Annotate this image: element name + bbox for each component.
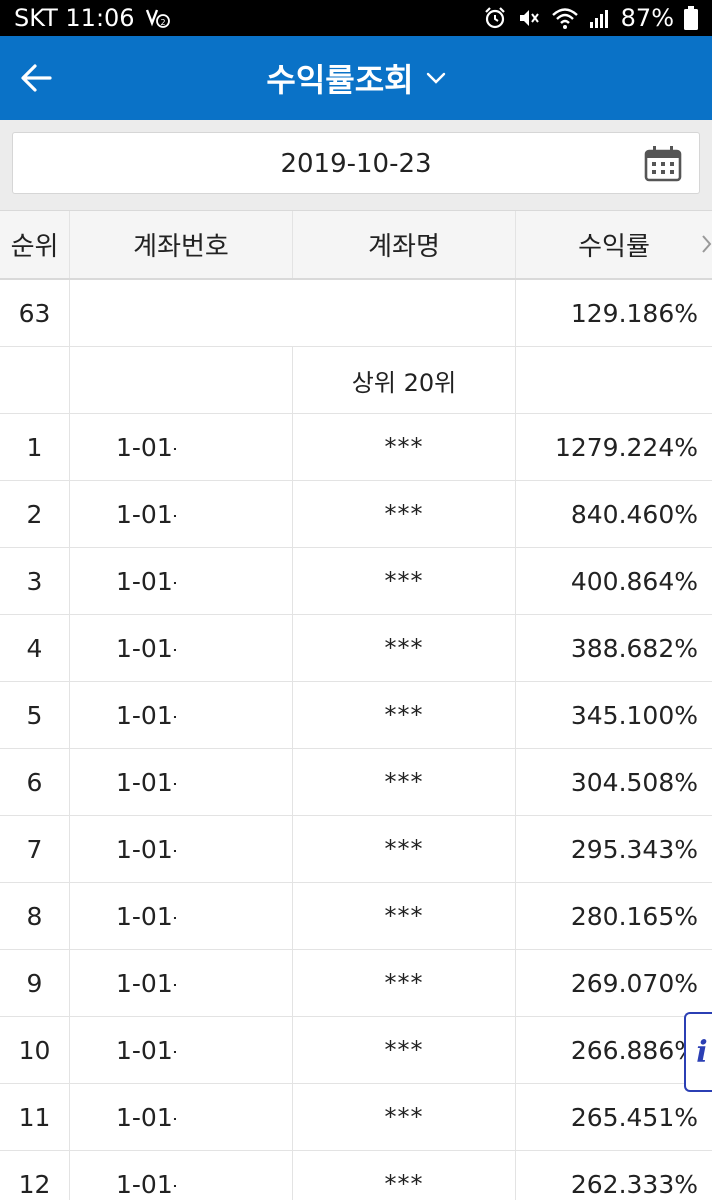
redaction-mask [176, 481, 264, 547]
rate-cell: 265.451% [570, 1102, 698, 1132]
redaction-mask [176, 414, 264, 480]
rate-cell: 266.886% [570, 1035, 698, 1065]
date-filter-area: 2019-10-23 [0, 120, 712, 210]
table-row[interactable]: 8 1-01- *** 280.165% [0, 883, 712, 950]
name-cell: *** [293, 481, 516, 547]
rank-cell: 63 [0, 280, 70, 346]
info-button[interactable]: i [684, 1012, 712, 1092]
date-field[interactable]: 2019-10-23 [12, 132, 700, 194]
svg-text:2: 2 [160, 18, 165, 27]
rate-cell: 400.864% [570, 566, 698, 596]
name-cell [293, 280, 516, 346]
redaction-mask [176, 816, 264, 882]
rank-cell: 12 [0, 1151, 70, 1200]
rank-cell: 3 [0, 548, 70, 614]
redaction-mask [176, 950, 264, 1016]
rate-cell: 280.165% [570, 901, 698, 931]
rank-cell: 10 [0, 1017, 70, 1083]
table-row[interactable]: 10 1-01- *** 266.886% [0, 1017, 712, 1084]
battery-icon [684, 6, 698, 30]
table-row[interactable]: 1 1-01- *** 1279.224% [0, 414, 712, 481]
table-row[interactable]: 12 1-01- *** 262.333% [0, 1151, 712, 1200]
table-header: 순위 계좌번호 계좌명 수익률 [0, 210, 712, 280]
section-row: 상위 20위 [0, 347, 712, 414]
rank-cell: 2 [0, 481, 70, 547]
table-row[interactable]: 9 1-01- *** 269.070% [0, 950, 712, 1017]
rank-cell: 8 [0, 883, 70, 949]
calendar-icon [644, 146, 682, 182]
signal-icon [589, 7, 611, 29]
table-row[interactable]: 5 1-01- *** 345.100% [0, 682, 712, 749]
rate-cell: 262.333% [570, 1169, 698, 1199]
redaction-mask [176, 548, 264, 614]
name-cell: *** [293, 615, 516, 681]
battery-percent: 87% [620, 4, 674, 32]
rate-cell: 388.682% [570, 633, 698, 663]
col-rate-header: 수익률 [578, 232, 650, 262]
chevron-right-icon[interactable] [702, 233, 712, 261]
volte-icon: 2 [145, 7, 171, 29]
rate-cell: 129.186% [570, 298, 698, 328]
returns-table: 순위 계좌번호 계좌명 수익률 63 129.186% 상위 20위 1 1-01… [0, 210, 712, 1200]
name-cell: *** [293, 749, 516, 815]
rank-cell: 5 [0, 682, 70, 748]
chevron-down-icon [426, 72, 445, 84]
mute-icon [517, 6, 541, 30]
col-account-header: 계좌번호 [70, 211, 293, 278]
rate-cell: 295.343% [570, 834, 698, 864]
name-cell: *** [293, 816, 516, 882]
account-cell [70, 347, 293, 413]
redaction-mask [176, 749, 264, 815]
title-dropdown[interactable]: 수익률조회 [0, 36, 712, 120]
redaction-mask [176, 682, 264, 748]
page-title: 수익률조회 [266, 61, 414, 99]
table-row[interactable]: 4 1-01- *** 388.682% [0, 615, 712, 682]
redaction-mask [176, 1151, 264, 1200]
name-cell: *** [293, 682, 516, 748]
account-cell [70, 280, 293, 346]
rank-cell: 4 [0, 615, 70, 681]
carrier-time: SKT 11:06 [14, 4, 135, 32]
rank-cell: 9 [0, 950, 70, 1016]
rate-cell: 345.100% [570, 700, 698, 730]
name-cell: *** [293, 1017, 516, 1083]
rank-cell: 1 [0, 414, 70, 480]
redaction-mask [176, 883, 264, 949]
redaction-mask [176, 1017, 264, 1083]
name-cell: *** [293, 1151, 516, 1200]
table-row[interactable]: 6 1-01- *** 304.508% [0, 749, 712, 816]
date-value: 2019-10-23 [280, 149, 432, 179]
col-name-header: 계좌명 [293, 211, 516, 278]
table-row[interactable]: 7 1-01- *** 295.343% [0, 816, 712, 883]
name-cell: *** [293, 1084, 516, 1150]
rate-cell: 840.460% [570, 499, 698, 529]
calendar-button[interactable] [643, 145, 683, 183]
status-bar: SKT 11:06 2 87% [0, 0, 712, 36]
rate-cell: 304.508% [570, 767, 698, 797]
table-row[interactable]: 2 1-01- *** 840.460% [0, 481, 712, 548]
rank-cell: 11 [0, 1084, 70, 1150]
rank-cell: 6 [0, 749, 70, 815]
alarm-icon [483, 6, 507, 30]
redaction-mask [176, 615, 264, 681]
redaction-mask [264, 280, 304, 346]
redaction-mask [176, 1084, 264, 1150]
name-cell: *** [293, 548, 516, 614]
name-cell: *** [293, 883, 516, 949]
rank-cell [0, 347, 70, 413]
table-row[interactable]: 3 1-01- *** 400.864% [0, 548, 712, 615]
col-rank-header: 순위 [0, 211, 70, 278]
table-row[interactable]: 11 1-01- *** 265.451% [0, 1084, 712, 1151]
rate-cell [516, 347, 712, 413]
wifi-icon [551, 6, 579, 30]
ranking-rows: 1 1-01- *** 1279.224% 2 1-01- *** 840.460% 3 1-01… [0, 414, 712, 1200]
section-label: 상위 20위 [293, 347, 516, 413]
app-header: 수익률조회 [0, 36, 712, 120]
rank-cell: 7 [0, 816, 70, 882]
rate-cell: 1279.224% [554, 432, 698, 462]
name-cell: *** [293, 950, 516, 1016]
my-rank-row[interactable]: 63 129.186% [0, 280, 712, 347]
rate-cell: 269.070% [570, 968, 698, 998]
name-cell: *** [293, 414, 516, 480]
